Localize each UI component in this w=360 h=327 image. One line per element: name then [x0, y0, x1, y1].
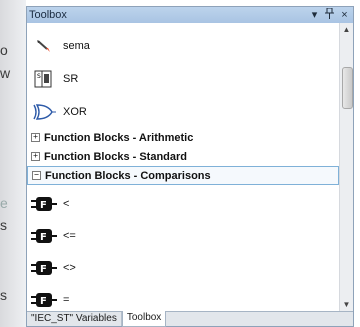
- list-item-label: XOR: [63, 106, 87, 118]
- background-text-fragment: s: [0, 287, 7, 303]
- category-comparisons[interactable]: − Function Blocks - Comparisons: [27, 166, 339, 185]
- panel-title: Toolbox: [29, 9, 67, 21]
- list-item-label: =: [63, 294, 70, 306]
- category-standard[interactable]: + Function Blocks - Standard: [27, 148, 339, 165]
- list-item[interactable]: F =: [31, 289, 69, 311]
- tab-toolbox[interactable]: Toolbox: [121, 311, 167, 327]
- list-item-label: sema: [63, 40, 90, 52]
- category-label: Function Blocks - Comparisons: [45, 169, 211, 182]
- list-item[interactable]: XOR: [31, 101, 87, 123]
- category-arithmetic[interactable]: + Function Blocks - Arithmetic: [27, 129, 339, 146]
- function-block-icon: F: [31, 290, 57, 310]
- function-block-icon-text: F: [40, 232, 47, 243]
- svg-text:S: S: [37, 73, 41, 80]
- vertical-scrollbar[interactable]: ▲ ▼: [339, 23, 353, 312]
- list-item-label: SR: [63, 73, 79, 85]
- function-block-icon: F: [31, 194, 57, 214]
- background-text-fragment: e: [0, 195, 8, 211]
- tab-iec-st-variables[interactable]: "IEC_ST" Variables: [27, 312, 122, 326]
- scroll-down-icon[interactable]: ▼: [340, 298, 353, 312]
- background-text-fragment: s: [0, 217, 7, 233]
- list-item[interactable]: F <>: [31, 257, 76, 279]
- toolbox-list: sema S SR XOR + Function Blocks - Arithm…: [27, 23, 339, 312]
- function-block-icon-text: F: [40, 200, 47, 211]
- list-item-label: <=: [63, 230, 76, 242]
- bottom-tab-bar: "IEC_ST" Variables Toolbox: [27, 311, 353, 327]
- scroll-up-icon[interactable]: ▲: [340, 23, 353, 37]
- scroll-thumb[interactable]: [342, 67, 353, 109]
- background-text-fragment: o: [0, 42, 8, 58]
- panel-titlebar[interactable]: Toolbox ▾ ×: [27, 7, 353, 23]
- close-icon[interactable]: ×: [340, 8, 349, 24]
- sr-block-icon: S: [31, 69, 57, 89]
- list-item-label: <>: [63, 262, 76, 274]
- toolbox-panel: Toolbox ▾ × sema S SR XOR + Function Blo…: [26, 6, 354, 327]
- function-block-icon-text: F: [40, 264, 47, 275]
- category-label: Function Blocks - Standard: [44, 150, 188, 163]
- list-item-label: <: [63, 198, 70, 210]
- titlebar-buttons: ▾ ×: [310, 7, 349, 24]
- pencil-icon: [31, 36, 57, 56]
- list-item[interactable]: F <=: [31, 225, 76, 247]
- category-label: Function Blocks - Arithmetic: [44, 131, 194, 144]
- xor-gate-icon: [31, 102, 57, 122]
- function-block-icon: F: [31, 258, 57, 278]
- expand-icon[interactable]: +: [31, 133, 40, 142]
- function-block-icon-text: F: [40, 296, 47, 307]
- list-item[interactable]: F <: [31, 193, 69, 215]
- list-item[interactable]: sema: [31, 35, 90, 57]
- list-item[interactable]: S SR: [31, 68, 78, 90]
- dropdown-icon[interactable]: ▾: [310, 8, 319, 24]
- function-block-icon: F: [31, 226, 57, 246]
- background-text-fragment: w: [0, 65, 11, 81]
- collapse-icon[interactable]: −: [32, 171, 41, 180]
- expand-icon[interactable]: +: [31, 152, 40, 161]
- pin-icon[interactable]: [325, 7, 334, 24]
